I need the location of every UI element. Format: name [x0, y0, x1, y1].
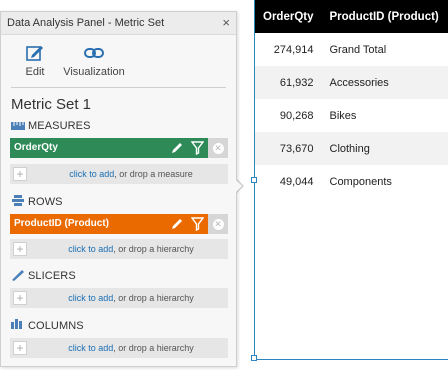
visualization-button[interactable]: Visualization: [63, 43, 125, 78]
add-icon[interactable]: +: [13, 167, 27, 181]
rows-dropzone[interactable]: + click to add, or drop a hierarchy: [10, 239, 228, 259]
edit-icon: [26, 46, 43, 61]
add-icon[interactable]: +: [13, 291, 27, 305]
close-icon[interactable]: ×: [222, 12, 230, 34]
table-row[interactable]: 274,914 Grand Total: [255, 33, 448, 66]
cell-product: Grand Total: [329, 43, 387, 56]
remove-row-button[interactable]: ✕: [208, 214, 228, 234]
table-row[interactable]: 61,932 Accessories: [255, 66, 448, 99]
table-row[interactable]: 49,044 Components: [255, 165, 448, 198]
data-table: OrderQty ProductID (Product) 274,914 Gra…: [255, 0, 448, 198]
filter-icon[interactable]: [191, 141, 204, 155]
cell-orderqty: 90,268: [279, 109, 314, 122]
columns-dropzone[interactable]: + click to add, or drop a hierarchy: [10, 338, 228, 358]
click-to-add-link[interactable]: click to add: [68, 293, 113, 303]
metric-set-title: Metric Set 1: [11, 96, 92, 113]
cell-orderqty: 274,914: [273, 43, 314, 56]
add-icon[interactable]: +: [13, 242, 27, 256]
slicers-section-label: SLICERS: [11, 269, 76, 282]
columns-section-label: COLUMNS: [11, 319, 84, 332]
panel-titlebar[interactable]: Data Analysis Panel - Metric Set ×: [1, 12, 236, 35]
close-circle-icon: ✕: [212, 142, 224, 154]
cell-orderqty: 49,044: [279, 175, 314, 188]
edit-label: Edit: [25, 66, 45, 78]
data-table-container: OrderQty ProductID (Product) 274,914 Gra…: [251, 0, 448, 361]
cell-product: Components: [329, 175, 392, 188]
resize-handle-top-left[interactable]: [251, 177, 257, 183]
resize-handle-bottom-left[interactable]: [251, 355, 257, 361]
data-analysis-panel: Data Analysis Panel - Metric Set × Edit …: [0, 11, 237, 367]
click-to-add-link[interactable]: click to add: [69, 169, 114, 179]
measures-section-label: MEASURES: [11, 120, 91, 132]
cell-product: Bikes: [329, 109, 357, 122]
stack-icon: [12, 195, 24, 206]
cell-orderqty: 73,670: [255, 132, 322, 165]
panel-pointer-inner: [235, 179, 242, 193]
panel-title: Data Analysis Panel - Metric Set: [7, 17, 165, 29]
measures-dropzone[interactable]: + click to add, or drop a measure: [10, 164, 228, 184]
ruler-icon: [11, 122, 25, 130]
row-chip-productid[interactable]: ProductID (Product) ✕: [10, 214, 228, 234]
filter-icon[interactable]: [191, 217, 204, 231]
table-row[interactable]: 73,670 Clothing: [255, 132, 448, 165]
add-icon[interactable]: +: [13, 341, 27, 355]
column-header-orderqty[interactable]: OrderQty: [255, 0, 322, 33]
pencil-icon[interactable]: [170, 217, 184, 231]
measure-chip-label: OrderQty: [14, 142, 58, 153]
click-to-add-link[interactable]: click to add: [68, 244, 113, 254]
link-icon: [84, 48, 104, 58]
cell-product: Clothing: [321, 132, 448, 165]
click-to-add-link[interactable]: click to add: [68, 343, 113, 353]
cell-orderqty: 61,932: [255, 66, 322, 99]
measure-chip-orderqty[interactable]: OrderQty ✕: [10, 138, 228, 158]
edit-button[interactable]: Edit: [21, 43, 49, 78]
cell-product: Accessories: [321, 66, 448, 99]
row-chip-label: ProductID (Product): [14, 218, 109, 229]
visualization-label: Visualization: [63, 66, 125, 78]
columns-icon: [11, 319, 22, 329]
pencil-icon[interactable]: [170, 141, 184, 155]
remove-measure-button[interactable]: ✕: [208, 138, 228, 158]
rows-section-label: ROWS: [11, 195, 63, 208]
table-row[interactable]: 90,268 Bikes: [255, 99, 448, 132]
column-header-productid[interactable]: ProductID (Product): [321, 0, 448, 33]
panel-toolbar: Edit Visualization: [11, 35, 226, 88]
slicer-icon: [12, 270, 24, 281]
table-header-row: OrderQty ProductID (Product): [255, 0, 448, 33]
slicers-dropzone[interactable]: + click to add, or drop a hierarchy: [10, 288, 228, 308]
close-circle-icon: ✕: [212, 218, 224, 230]
